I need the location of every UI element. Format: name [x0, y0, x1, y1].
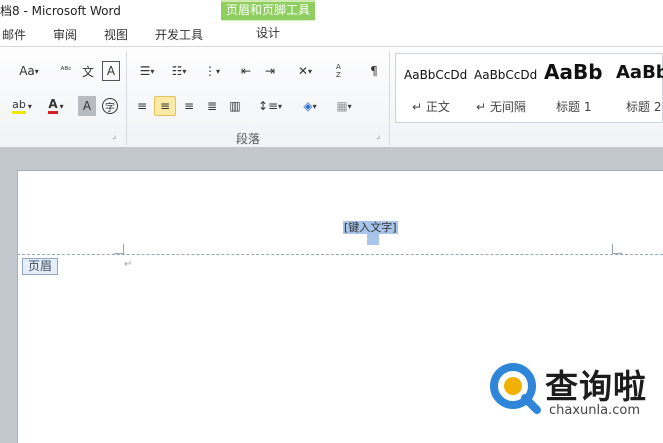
char-shading-button[interactable]: A	[78, 96, 96, 116]
highlight-label: ab	[12, 98, 26, 114]
change-case-button[interactable]: Aa ▾	[14, 61, 44, 81]
sort-button[interactable]: A Z	[330, 61, 352, 81]
chinese-layout-icon: ✕	[297, 64, 309, 78]
header-text-placeholder[interactable]: [键入文字]	[343, 221, 398, 234]
bullets-icon: ☰	[139, 64, 151, 78]
align-right-icon: ≡	[183, 99, 195, 113]
style-name: 标题 1	[556, 100, 592, 114]
paint-bucket-icon: ◈	[303, 99, 313, 113]
align-right-button[interactable]: ≡	[179, 96, 199, 116]
font-color-button[interactable]: A ▾	[42, 96, 70, 116]
chinese-layout-button[interactable]: ✕ ▾	[290, 61, 320, 81]
shading-button[interactable]: ◈ ▾	[296, 96, 324, 116]
watermark-url: chaxunla.com	[549, 403, 640, 418]
margin-corner	[114, 244, 124, 254]
style-name: ↵ 无间隔	[476, 100, 526, 114]
paragraph-dialog-launcher-icon[interactable]: ⌟	[376, 131, 380, 141]
borders-icon: ▦	[336, 99, 348, 113]
highlight-button[interactable]: ab ▾	[6, 96, 38, 116]
tab-developer[interactable]: 开发工具	[155, 26, 203, 43]
style-sample: AaBbCcDd	[474, 68, 538, 82]
watermark: 查询啦 chaxunla.com	[487, 358, 663, 443]
margin-corner	[612, 244, 622, 254]
styles-gallery: AaBbCcDd ↵ 正文 AaBbCcDd ↵ 无间隔 AaBb 标题 1 A…	[395, 53, 663, 123]
style-no-spacing[interactable]: AaBbCcDd ↵ 无间隔	[468, 54, 538, 122]
ribbon-tabs: 邮件 审阅 视图 开发工具	[0, 21, 663, 46]
line-spacing-icon: ↕≡	[257, 99, 279, 113]
enclose-char-label: 字	[102, 98, 118, 114]
group-separator	[389, 51, 390, 145]
paragraph-mark: ↵	[124, 259, 133, 270]
decrease-indent-icon: ⇤	[240, 64, 252, 78]
style-sample: AaBb	[544, 60, 603, 84]
placeholder-handle	[367, 234, 379, 245]
align-left-icon: ≡	[136, 99, 148, 113]
font-color-label: A	[48, 98, 58, 114]
decrease-indent-button[interactable]: ⇤	[236, 61, 256, 81]
watermark-text: 查询啦	[545, 367, 647, 406]
phonetic-label: 文	[81, 64, 94, 79]
paragraph-mark-icon: ¶	[370, 64, 378, 78]
header-tag: 页眉	[22, 258, 59, 275]
tab-mailings[interactable]: 邮件	[2, 26, 26, 43]
char-shading-label: A	[82, 99, 92, 113]
phonetic-guide-button[interactable]: ᴬᴮᶜ	[56, 61, 76, 81]
justify-button[interactable]: ≣	[202, 96, 222, 116]
distributed-icon: ▥	[229, 99, 241, 113]
char-border-label: A	[106, 64, 116, 78]
distributed-button[interactable]: ▥	[225, 96, 245, 116]
style-name: ↵ 正文	[412, 100, 450, 114]
abc-icon: ᴬᴮᶜ	[60, 66, 72, 76]
header-boundary	[17, 254, 663, 255]
style-heading-2[interactable]: AaBb 标题 2	[612, 54, 663, 122]
tab-review[interactable]: 审阅	[53, 26, 77, 43]
window-title: 档8 - Microsoft Word	[0, 4, 121, 18]
style-heading-1[interactable]: AaBb 标题 1	[540, 54, 610, 122]
char-border-button[interactable]: A	[102, 61, 120, 81]
numbering-icon: ☷	[171, 64, 183, 78]
justify-icon: ≣	[206, 99, 218, 113]
context-tool-title: 页眉和页脚工具	[221, 2, 315, 20]
center-button[interactable]: ≡	[154, 96, 176, 116]
increase-indent-button[interactable]: ⇥	[260, 61, 280, 81]
paragraph-group-label: 段落	[236, 132, 261, 146]
line-spacing-button[interactable]: ↕≡ ▾	[256, 96, 284, 116]
change-case-label: Aa	[19, 64, 35, 78]
sort-icon: A Z	[336, 63, 341, 79]
borders-button[interactable]: ▦ ▾	[330, 96, 358, 116]
magnifier-logo-icon	[490, 363, 541, 414]
font-dialog-launcher-icon[interactable]: ⌟	[112, 131, 116, 141]
align-center-icon: ≡	[159, 99, 171, 113]
bullets-button[interactable]: ☰ ▾	[134, 61, 160, 81]
multilevel-list-icon: ⋮	[203, 64, 216, 78]
style-sample: AaBbCcDd	[404, 68, 468, 82]
ribbon: Aa ▾ ᴬᴮᶜ 文 A ab ▾ A ▾ A 字 ☰ ▾ ☷ ▾ ⋮ ▾ ⇤ ⇥ ✕ ▾ A…	[0, 46, 663, 148]
show-marks-button[interactable]: ¶	[364, 61, 384, 81]
title-bar: 档8 - Microsoft Word	[0, 0, 663, 21]
tab-view[interactable]: 视图	[104, 26, 128, 43]
tab-design[interactable]: 设计	[221, 21, 315, 46]
multilevel-list-button[interactable]: ⋮ ▾	[199, 61, 225, 81]
style-normal[interactable]: AaBbCcDd ↵ 正文	[398, 54, 468, 122]
group-separator	[126, 51, 127, 145]
phonetic-button[interactable]: 文	[78, 61, 98, 81]
enclose-char-button[interactable]: 字	[100, 96, 120, 116]
numbering-button[interactable]: ☷ ▾	[166, 61, 192, 81]
style-name: 标题 2	[626, 100, 662, 114]
align-left-button[interactable]: ≡	[132, 96, 152, 116]
increase-indent-icon: ⇥	[264, 64, 276, 78]
style-sample: AaBb	[616, 62, 663, 83]
